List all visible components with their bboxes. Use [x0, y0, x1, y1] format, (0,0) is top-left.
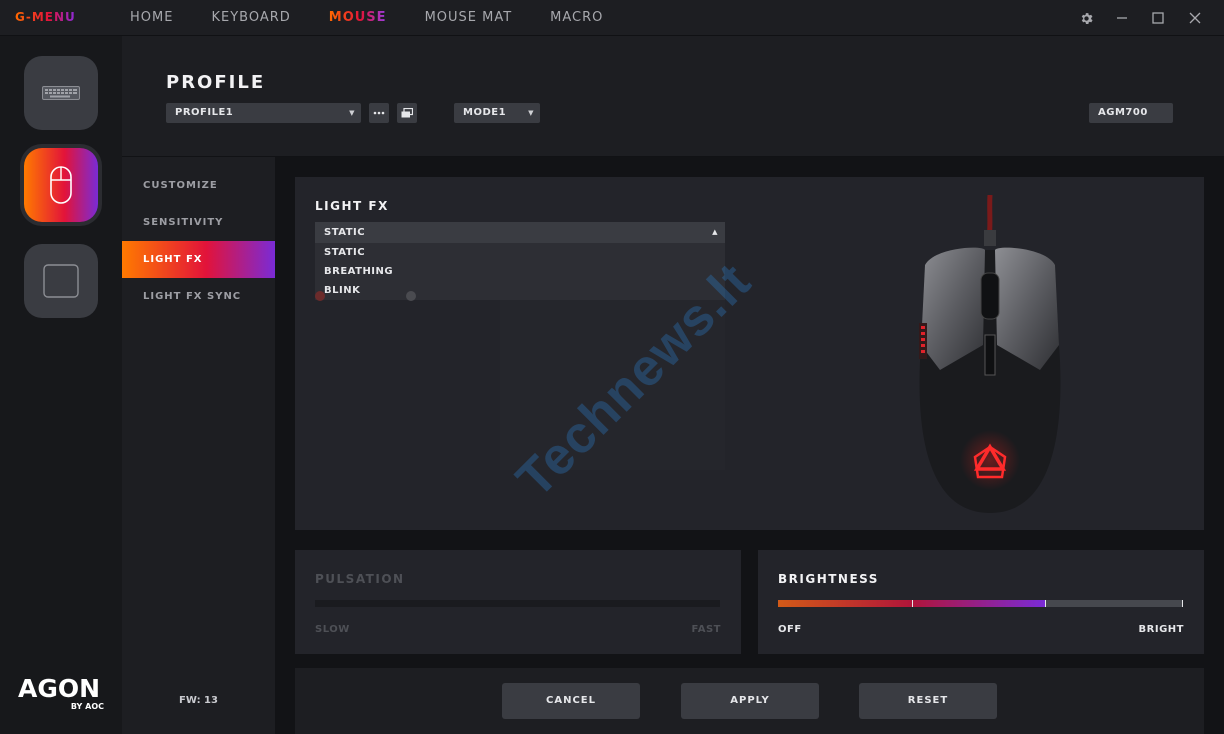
profile-header: PROFILE PROFILE1 ▼ MODE1 ▼ AGM700 — [122, 36, 1224, 156]
action-bar: CANCEL APPLY RESET — [295, 668, 1204, 734]
keyboard-icon — [42, 86, 80, 100]
profile-select[interactable]: PROFILE1 ▼ — [166, 103, 361, 123]
more-icon — [373, 111, 385, 115]
brightness-title: BRIGHTNESS — [778, 572, 879, 586]
brightness-max-label: BRIGHT — [1138, 624, 1184, 635]
nav-mouse[interactable]: MOUSE — [329, 0, 387, 36]
pulsation-panel: PULSATION SLOW FAST — [295, 550, 741, 654]
copy-icon — [401, 108, 413, 118]
light-fx-title: LIGHT FX — [315, 199, 389, 213]
pulsation-title: PULSATION — [315, 572, 405, 586]
minimize-icon — [1117, 17, 1127, 19]
light-fx-option-blink[interactable]: BLINK — [315, 281, 725, 300]
main-nav: HOME KEYBOARD MOUSE MOUSE MAT MACRO — [130, 0, 641, 36]
light-fx-option-static[interactable]: STATIC — [315, 243, 725, 262]
mode-select-value: MODE1 — [463, 107, 507, 118]
device-rail: AGON BY AOC — [0, 36, 122, 734]
nav-home[interactable]: HOME — [130, 0, 173, 36]
brightness-thumb[interactable] — [1045, 600, 1046, 607]
light-fx-panel: LIGHT FX STATIC ▲ STATIC BREATHING BLINK… — [295, 177, 1204, 530]
keyboard-device-button[interactable] — [24, 56, 98, 130]
light-fx-dropdown: STATIC BREATHING BLINK — [315, 243, 725, 300]
nav-macro[interactable]: MACRO — [550, 0, 603, 36]
chevron-down-icon: ▼ — [528, 109, 534, 117]
mousepad-device-button[interactable] — [24, 244, 98, 318]
mode-select[interactable]: MODE1 ▼ — [454, 103, 540, 123]
reset-button[interactable]: RESET — [859, 683, 997, 719]
main-content: LIGHT FX STATIC ▲ STATIC BREATHING BLINK… — [275, 157, 1224, 734]
nav-keyboard[interactable]: KEYBOARD — [211, 0, 290, 36]
color-swatch-red — [315, 291, 325, 301]
light-fx-selected: STATIC — [324, 227, 366, 238]
settings-button[interactable] — [1071, 0, 1101, 36]
brightness-slider[interactable] — [778, 600, 1183, 607]
color-swatch-grey — [406, 291, 416, 301]
mouse-product-image — [919, 195, 1061, 513]
mousepad-icon — [43, 264, 79, 298]
pulsation-min-label: SLOW — [315, 624, 350, 635]
subnav-sensitivity[interactable]: SENSITIVITY — [122, 204, 275, 241]
profile-select-value: PROFILE1 — [175, 107, 234, 118]
subnav-light-fx-sync[interactable]: LIGHT FX SYNC — [122, 278, 275, 315]
device-model-label: AGM700 — [1098, 107, 1148, 118]
brand-name: AGON — [18, 674, 101, 703]
brand-logo: AGON BY AOC — [18, 674, 104, 712]
cancel-button[interactable]: CANCEL — [502, 683, 640, 719]
close-icon — [1189, 12, 1201, 24]
subnav-light-fx[interactable]: LIGHT FX — [122, 241, 275, 278]
mouse-device-button[interactable] — [24, 148, 98, 222]
light-fx-option-breathing[interactable]: BREATHING — [315, 262, 725, 281]
firmware-version: FW: 13 — [179, 695, 218, 706]
minimize-button[interactable] — [1107, 0, 1137, 36]
brand-sub: BY AOC — [70, 702, 104, 711]
brightness-end-tick — [1182, 600, 1183, 607]
subnav-customize[interactable]: CUSTOMIZE — [122, 167, 275, 204]
color-picker-area — [500, 300, 725, 470]
brightness-panel: BRIGHTNESS OFF BRIGHT — [758, 550, 1204, 654]
light-fx-select[interactable]: STATIC ▲ — [315, 222, 725, 243]
close-button[interactable] — [1180, 0, 1210, 36]
gear-icon — [1081, 12, 1093, 24]
page-title: PROFILE — [166, 72, 266, 93]
maximize-button[interactable] — [1143, 0, 1173, 36]
mouse-icon — [50, 166, 72, 204]
brightness-min-label: OFF — [778, 624, 802, 635]
profile-more-button[interactable] — [369, 103, 389, 123]
mouse-subnav: CUSTOMIZE SENSITIVITY LIGHT FX LIGHT FX … — [122, 157, 275, 734]
pulsation-max-label: FAST — [691, 624, 721, 635]
title-bar: G-MENU HOME KEYBOARD MOUSE MOUSE MAT MAC… — [0, 0, 1224, 36]
maximize-icon — [1152, 12, 1164, 24]
app-logo: G-MENU — [15, 10, 76, 24]
pulsation-slider[interactable] — [315, 600, 720, 607]
chevron-up-icon: ▲ — [712, 228, 718, 236]
brightness-tick — [912, 600, 913, 607]
nav-mouse-mat[interactable]: MOUSE MAT — [425, 0, 513, 36]
apply-button[interactable]: APPLY — [681, 683, 819, 719]
profile-copy-button[interactable] — [397, 103, 417, 123]
chevron-down-icon: ▼ — [349, 109, 355, 117]
device-model-badge: AGM700 — [1089, 103, 1173, 123]
